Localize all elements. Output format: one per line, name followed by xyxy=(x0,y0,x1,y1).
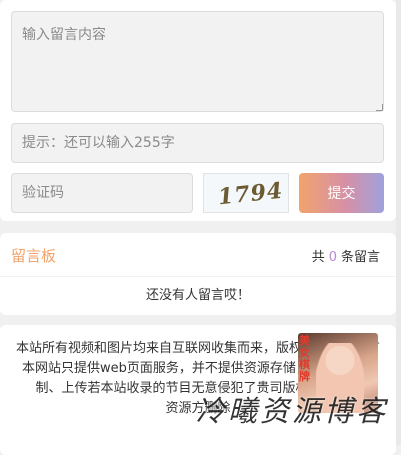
submit-button[interactable]: 提交 xyxy=(299,173,384,213)
promo-stamp-text: 美女棋牌 xyxy=(299,334,310,383)
message-count: 共 0 条留言 xyxy=(312,246,380,265)
captcha-image[interactable]: 1794 xyxy=(203,173,289,213)
captcha-input[interactable] xyxy=(11,173,193,213)
message-count-suffix: 条留言 xyxy=(340,250,380,265)
textarea-resize-handle[interactable] xyxy=(376,104,383,111)
empty-message: 还没有人留言哎！ xyxy=(145,288,250,303)
site-watermark: 冷曦资源博客 xyxy=(196,394,389,428)
page-scrollbar[interactable] xyxy=(396,0,401,445)
board-title: 留言板 xyxy=(11,247,57,265)
message-count-number: 0 xyxy=(328,250,337,265)
board-divider xyxy=(0,276,396,277)
character-limit-hint-field xyxy=(11,123,384,163)
message-form-card: 1794 提交 xyxy=(0,0,396,221)
captcha-image-text: 1794 xyxy=(216,177,285,211)
message-board-card: 留言板 共 0 条留言 还没有人留言哎！ xyxy=(0,233,396,315)
message-textarea[interactable] xyxy=(11,11,384,112)
message-count-prefix: 共 xyxy=(311,250,325,265)
